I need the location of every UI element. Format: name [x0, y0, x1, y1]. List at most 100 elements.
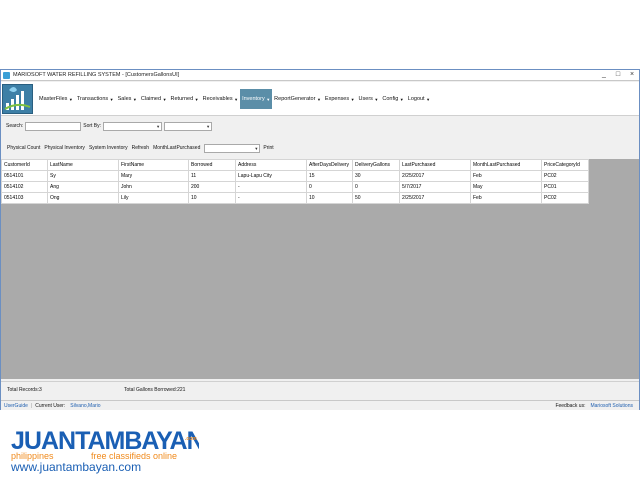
menu-label: Users: [358, 96, 373, 102]
app-window: MARIOSOFT WATER REFILLING SYSTEM - [Cust…: [0, 69, 640, 410]
userguide-link[interactable]: UserGuide: [4, 403, 28, 409]
table-cell: 200: [188, 181, 236, 193]
menu-label: Expenses: [324, 96, 350, 102]
menu-sales[interactable]: Sales ▼: [116, 89, 139, 109]
feedback-link[interactable]: Mariosoft Solutions: [590, 403, 633, 409]
table-row[interactable]: 0514103 Ong Lily 10-10 50 2/25/2017 Feb PC02: [1, 192, 589, 204]
system-inventory-button[interactable]: System Inventory: [89, 145, 128, 151]
table-row[interactable]: 0514101 Sy Mary 11 Lapu-Lapu City 15 30 2/25/20…: [1, 170, 589, 182]
physical-count-button[interactable]: Physical Count: [7, 145, 40, 151]
menu-config[interactable]: Config ▼: [380, 89, 405, 109]
table-cell: May: [470, 181, 542, 193]
sort-by-select[interactable]: ▼: [103, 121, 163, 131]
table-cell: 10: [306, 192, 353, 204]
sort-by-label: Sort By:: [83, 123, 102, 129]
menu-label: Returned: [170, 96, 194, 102]
table-cell: Lily: [118, 192, 189, 204]
menu-bar: MasterFiles ▼ Transactions ▼ Sales ▼ Claimed ▼ R…: [1, 82, 639, 116]
column-header[interactable]: LastName: [47, 159, 119, 171]
table-cell: 0514103: [1, 192, 48, 204]
column-header[interactable]: PriceCategoryId: [541, 159, 589, 171]
current-user-label: Current User:: [35, 402, 66, 409]
table-cell: Feb: [470, 192, 542, 204]
table-cell: PC02: [541, 192, 589, 204]
caret-down-icon: ▼: [316, 96, 321, 102]
caret-down-icon: ▼: [374, 96, 379, 102]
table-body: 0514101 Sy Mary 11 Lapu-Lapu City 15 30 2/25/20…: [1, 170, 589, 204]
column-header[interactable]: Address: [235, 159, 307, 171]
current-user-name: Silvano,Mario: [70, 402, 101, 409]
table-row[interactable]: 0514102 Ang John 200-0 0 5/7/2017 May PC01: [1, 181, 589, 193]
menu-logout[interactable]: Logout ▼: [406, 89, 432, 109]
table-cell: 30: [352, 170, 400, 182]
table-cell: Sy: [47, 170, 119, 182]
title-bar: MARIOSOFT WATER REFILLING SYSTEM - [Cust…: [1, 70, 639, 81]
caret-down-icon: ▼: [68, 96, 73, 102]
table-cell: Lapu-Lapu City: [235, 170, 307, 182]
table-cell: 0: [306, 181, 353, 193]
chevron-down-icon: ▼: [254, 145, 259, 151]
column-header[interactable]: AfterDaysDelivery: [306, 159, 353, 171]
table-cell: PC02: [541, 170, 589, 182]
column-header[interactable]: MonthLastPurchased: [470, 159, 542, 171]
physical-inventory-button[interactable]: Physical Inventory: [44, 145, 85, 151]
column-header[interactable]: DeliveryGallons: [352, 159, 400, 171]
column-header[interactable]: CustomerId: [1, 159, 48, 171]
caret-down-icon: ▼: [234, 96, 239, 102]
caret-down-icon: ▼: [426, 96, 431, 102]
table-cell: Mary: [118, 170, 189, 182]
caret-down-icon: ▼: [194, 96, 199, 102]
table-cell: 2/25/2017: [399, 192, 471, 204]
menu-label: Config: [382, 96, 399, 102]
menu-users[interactable]: Users ▼: [357, 89, 381, 109]
menu-claimed[interactable]: Claimed ▼: [139, 89, 169, 109]
app-icon: [3, 71, 10, 79]
sort-order-select[interactable]: ▼: [164, 121, 213, 131]
menu-masterfiles[interactable]: MasterFiles ▼: [37, 89, 75, 109]
menu-expenses[interactable]: Expenses ▼: [323, 89, 357, 109]
menu-label: Receivables: [202, 96, 233, 102]
search-bar: Search: Sort By: ▼ ▼: [1, 119, 639, 133]
app-logo-icon: [2, 84, 33, 114]
svg-text:www.juantambayan.com: www.juantambayan.com: [10, 460, 141, 474]
table-cell: 11: [188, 170, 236, 182]
refresh-button[interactable]: Refresh: [132, 145, 150, 151]
svg-text:.com: .com: [185, 436, 197, 442]
column-header[interactable]: Borrowed: [188, 159, 236, 171]
total-records: Total Records:3: [7, 386, 42, 393]
maximize-button[interactable]: □: [613, 71, 623, 79]
status-bar: UserGuide | Current User: Silvano,Mario …: [1, 400, 639, 410]
table-cell: 0514102: [1, 181, 48, 193]
month-last-purchased-select[interactable]: ▼: [204, 143, 261, 153]
table-cell: 50: [352, 192, 400, 204]
column-header[interactable]: FirstName: [118, 159, 189, 171]
menu-returned[interactable]: Returned ▼: [169, 89, 201, 109]
menu-reportgenerator[interactable]: ReportGenerator ▼: [272, 89, 323, 109]
table-header-row: CustomerId LastName FirstName Borrowed Addre…: [1, 159, 589, 171]
column-header[interactable]: LastPurchased: [399, 159, 471, 171]
table-cell: 15: [306, 170, 353, 182]
close-button[interactable]: ×: [627, 71, 637, 79]
print-button[interactable]: Print: [263, 145, 273, 151]
caret-down-icon: ▼: [266, 96, 271, 102]
table-cell: 0514101: [1, 170, 48, 182]
total-gallons-borrowed: Total Gallons Borrowed:221: [124, 386, 186, 393]
minimize-button[interactable]: _: [599, 71, 609, 79]
search-input[interactable]: [25, 121, 82, 131]
menu-transactions[interactable]: Transactions ▼: [75, 89, 116, 109]
caret-down-icon: ▼: [132, 96, 137, 102]
menu-label: Inventory: [242, 96, 265, 102]
juantambayan-watermark-logo: JUANTAMBAYAN .com philippines free class…: [9, 424, 205, 474]
caret-down-icon: ▼: [399, 96, 404, 102]
table-cell: 10: [188, 192, 236, 204]
table-cell: PC01: [541, 181, 589, 193]
caret-down-icon: ▼: [162, 96, 167, 102]
menu-receivables[interactable]: Receivables ▼: [201, 89, 240, 109]
menu-label: Logout: [407, 96, 425, 102]
customers-grid: CustomerId LastName FirstName Borrowed Addre…: [1, 159, 639, 379]
summary-bar: Total Records:3 Total Gallons Borrowed:2…: [1, 381, 639, 397]
menu-label: ReportGenerator: [274, 96, 316, 102]
table-cell: Feb: [470, 170, 542, 182]
feedback-label: Feedback us:: [555, 402, 586, 409]
menu-inventory[interactable]: Inventory ▼: [240, 89, 273, 109]
